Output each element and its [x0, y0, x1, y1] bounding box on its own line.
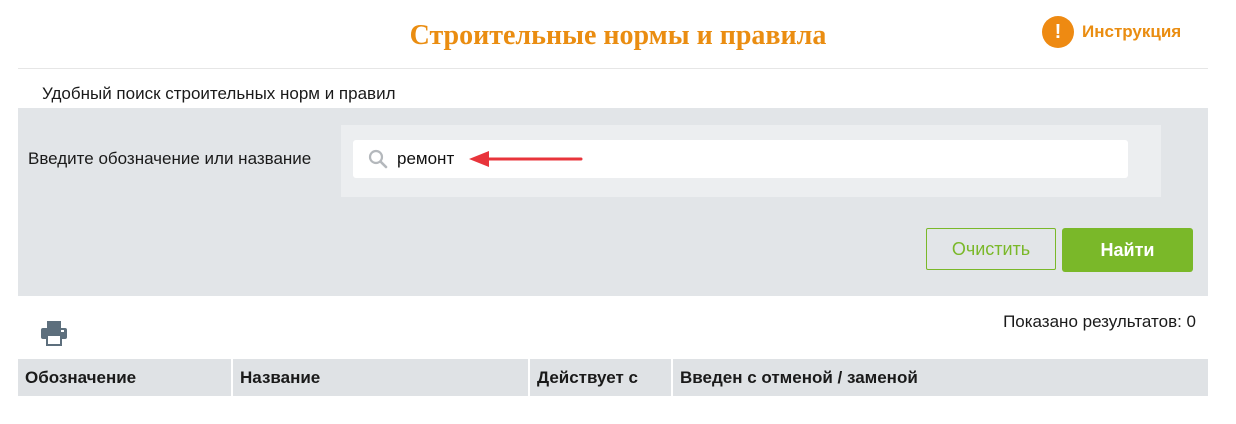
- results-count: Показано результатов: 0: [1003, 312, 1196, 331]
- search-panel: Введите обозначение или название Очистит…: [18, 108, 1208, 296]
- search-icon: [368, 149, 388, 169]
- column-header-name[interactable]: Название: [233, 359, 530, 396]
- search-field-wrapper: [341, 125, 1161, 197]
- alert-icon: !: [1042, 16, 1074, 48]
- red-arrow-icon: [469, 151, 583, 167]
- search-label: Введите обозначение или название: [28, 149, 312, 168]
- page-subtitle: Удобный поиск строительных норм и правил: [42, 84, 396, 103]
- column-header-replacement[interactable]: Введен с отменой / заменой: [673, 359, 1208, 396]
- print-icon[interactable]: [40, 320, 68, 346]
- instruction-link[interactable]: ! Инструкция: [1042, 16, 1181, 48]
- search-box[interactable]: [353, 140, 1128, 178]
- column-header-effective-from[interactable]: Действует с: [530, 359, 673, 396]
- header-divider: [18, 68, 1208, 69]
- results-table-header: Обозначение Название Действует с Введен …: [18, 359, 1208, 396]
- find-button[interactable]: Найти: [1062, 228, 1193, 272]
- column-header-designation[interactable]: Обозначение: [18, 359, 233, 396]
- instruction-label: Инструкция: [1082, 22, 1182, 41]
- clear-button[interactable]: Очистить: [926, 228, 1056, 270]
